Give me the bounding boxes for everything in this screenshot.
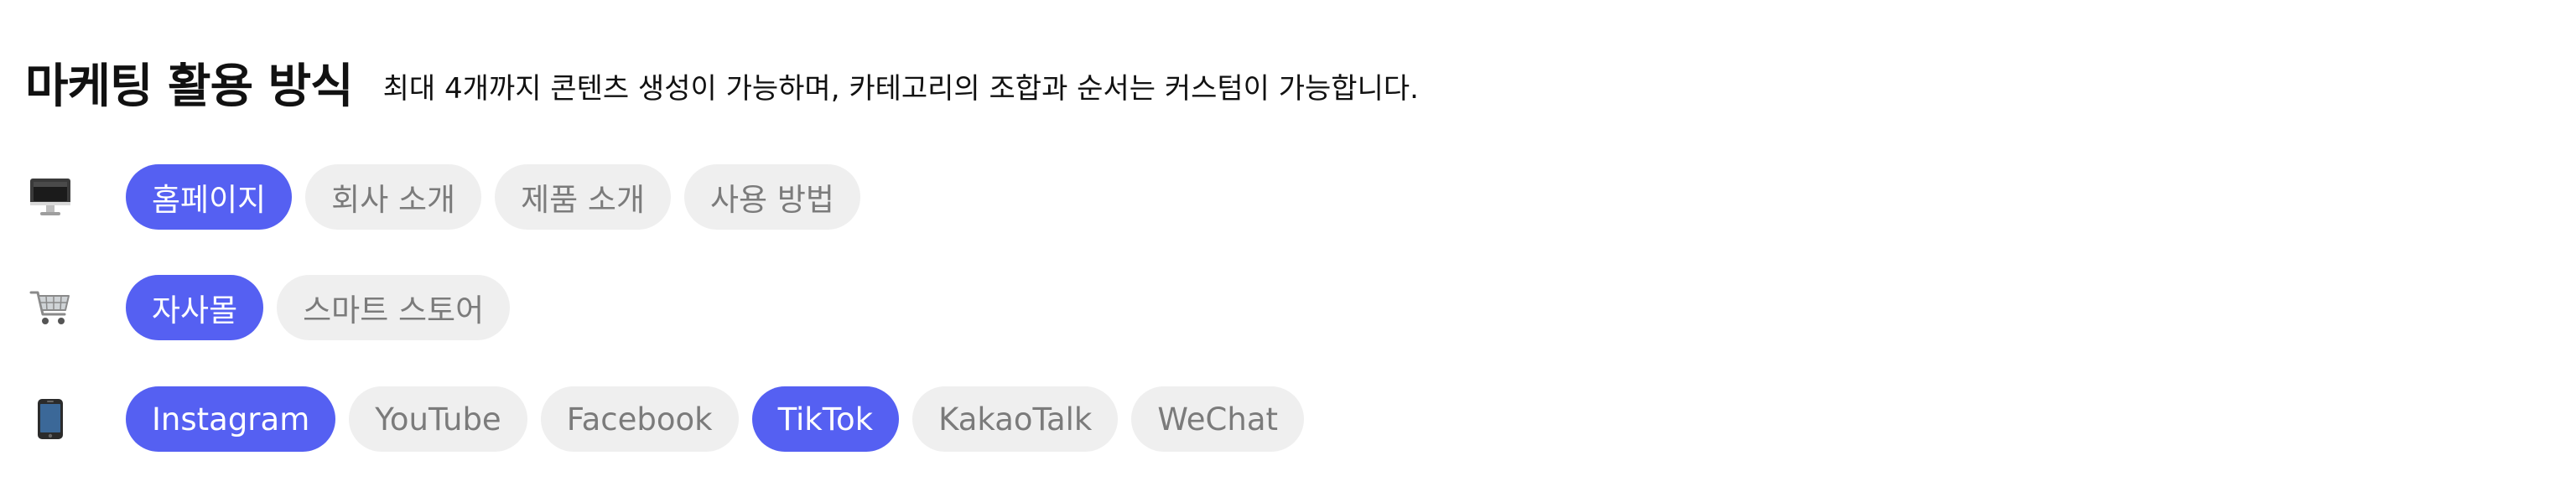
chip-product-intro[interactable]: 제품 소개 xyxy=(495,164,672,230)
chip-company-intro[interactable]: 회사 소개 xyxy=(305,164,482,230)
chip-instagram[interactable]: Instagram xyxy=(126,386,336,452)
chip-youtube[interactable]: YouTube xyxy=(349,386,527,452)
chip-own-mall[interactable]: 자사몰 xyxy=(126,275,264,340)
chip-kakaotalk[interactable]: KakaoTalk xyxy=(912,386,1119,452)
shopping-cart-icon xyxy=(29,286,72,329)
mobile-phone-icon xyxy=(29,397,72,441)
chip-how-to-use[interactable]: 사용 방법 xyxy=(684,164,860,230)
chip-group-homepage: 홈페이지 회사 소개 제품 소개 사용 방법 xyxy=(126,163,860,230)
section-title: 마케팅 활용 방식 xyxy=(25,60,354,114)
chip-smart-store[interactable]: 스마트 스토어 xyxy=(277,275,511,340)
chip-homepage[interactable]: 홈페이지 xyxy=(126,164,293,230)
chip-group-store: 자사몰 스마트 스토어 xyxy=(126,274,511,341)
marketing-usage-panel: 마케팅 활용 방식 최대 4개까지 콘텐츠 생성이 가능하며, 카테고리의 조합… xyxy=(0,0,2576,497)
chip-wechat[interactable]: WeChat xyxy=(1131,386,1305,452)
chip-group-sns: Instagram YouTube Facebook TikTok KakaoT… xyxy=(126,386,1305,453)
chip-facebook[interactable]: Facebook xyxy=(540,386,739,452)
desktop-computer-icon xyxy=(29,175,72,219)
chip-tiktok[interactable]: TikTok xyxy=(751,386,900,452)
section-header: 마케팅 활용 방식 최대 4개까지 콘텐츠 생성이 가능하며, 카테고리의 조합… xyxy=(25,49,1419,116)
section-description: 최대 4개까지 콘텐츠 생성이 가능하며, 카테고리의 조합과 순서는 커스텀이… xyxy=(382,72,1419,106)
